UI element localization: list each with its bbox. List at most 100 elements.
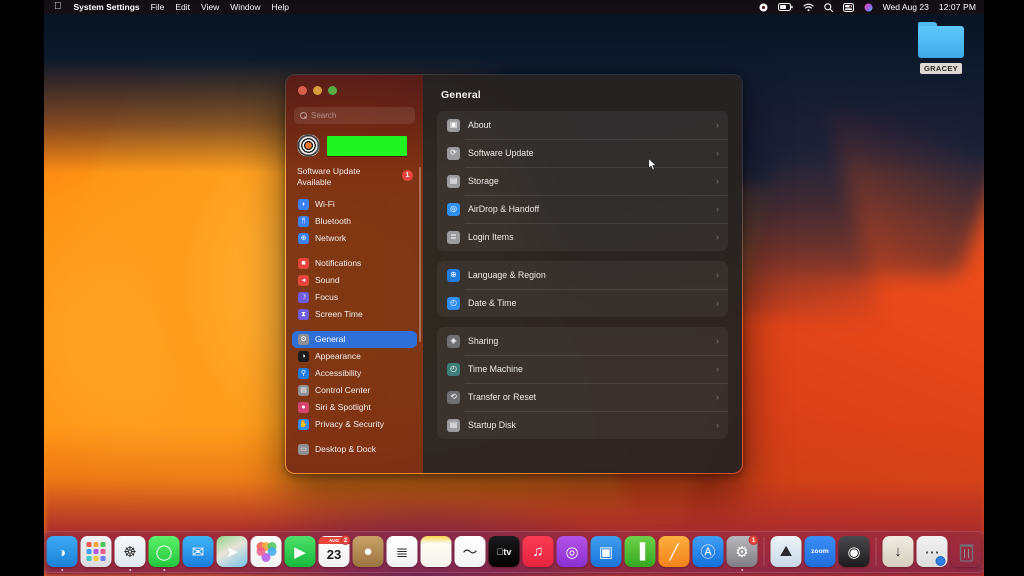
sidebar-item-control-center[interactable]: ▤ Control Center xyxy=(292,382,417,399)
settings-row-login-items[interactable]: ≣ Login Items › xyxy=(437,223,728,251)
sidebar-item-general[interactable]: ⚙ General xyxy=(292,330,417,348)
sidebar-item-list[interactable]: ◗ Wi-Fi ᛗ Bluetooth ⊕ Network ■ Notifications ◂ S… xyxy=(286,196,423,458)
settings-sidebar[interactable]: Search Software Update Available 1 ◗ Wi-F… xyxy=(286,75,423,473)
keynote-icon: ▣ xyxy=(590,536,622,567)
sidebar-item-focus[interactable]: ☽ Focus xyxy=(292,289,417,306)
settings-row-time-machine[interactable]: ◴ Time Machine › xyxy=(437,355,728,383)
menu-item-edit[interactable]: Edit xyxy=(175,2,190,12)
settings-row-label: AirDrop & Handoff xyxy=(468,204,540,214)
battery-icon[interactable] xyxy=(777,3,793,11)
dock-item-quicktime[interactable]: ◉ xyxy=(838,536,870,567)
settings-row-airdrop-handoff[interactable]: ◎ AirDrop & Handoff › xyxy=(437,195,728,223)
sidebar-item-desktop-dock[interactable]: ▭ Desktop & Dock xyxy=(292,441,417,458)
control-center-icon[interactable] xyxy=(842,2,854,12)
appearance-contrast-icon: ◑ xyxy=(298,350,309,362)
siri-icon[interactable] xyxy=(864,3,873,12)
settings-group-0: ▣ About › ⟳ Software Update › ▤ Storage › ◎ AirDro… xyxy=(437,111,728,251)
system-settings-window[interactable]: Search Software Update Available 1 ◗ Wi-F… xyxy=(285,74,743,474)
close-button[interactable] xyxy=(298,86,307,95)
notes-icon xyxy=(420,536,452,567)
dock-item-reminders[interactable]: ≣ xyxy=(386,536,418,567)
dock-item-podcasts[interactable]: ◎ xyxy=(556,536,588,567)
dock-item-facetime[interactable]: ▶ xyxy=(284,536,316,567)
dock-item-launchpad[interactable] xyxy=(80,536,112,567)
settings-row-language-region[interactable]: ⊕ Language & Region › xyxy=(437,261,728,289)
menu-item-window[interactable]: Window xyxy=(230,2,260,12)
podcasts-icon: ◎ xyxy=(556,536,588,567)
settings-row-about[interactable]: ▣ About › xyxy=(437,111,728,139)
sidebar-item-accessibility[interactable]: ⚲ Accessibility xyxy=(292,365,417,382)
desktop-folder-gracey[interactable]: GRACEY xyxy=(910,22,972,76)
sidebar-item-siri-spotlight[interactable]: ● Siri & Spotlight xyxy=(292,399,417,416)
dock-item-system-settings[interactable]: ⚙ 1 xyxy=(726,535,759,571)
dock-item-keynote[interactable]: ▣ xyxy=(590,536,622,567)
dock-item-finder[interactable]: ◑ xyxy=(46,536,78,571)
apple-account-row[interactable] xyxy=(286,124,423,157)
menu-item-file[interactable]: File xyxy=(151,2,165,12)
dock-running-indicator xyxy=(162,568,166,571)
menu-item-view[interactable]: View xyxy=(201,2,219,12)
search-placeholder: Search xyxy=(311,111,337,120)
sidebar-item-bluetooth[interactable]: ᛗ Bluetooth xyxy=(292,213,417,230)
spotlight-search-icon[interactable] xyxy=(823,2,833,12)
dock-item-notes[interactable] xyxy=(420,536,452,567)
dock-running-indicator xyxy=(60,568,64,571)
dock[interactable]: ◑ ☸◯✉➤ ▶AUG232●≣ 〜tv♫◎▣▐╱Ⓐ⚙1 ⛰zoom◉ ↓⋯ xyxy=(44,531,984,573)
dock-item-messages[interactable]: ◯ xyxy=(148,536,180,571)
sidebar-item-label: Notifications xyxy=(315,258,362,269)
dock-item-downloads-folder[interactable]: ↓ xyxy=(882,536,914,567)
menu-bar-time[interactable]: 12:07 PM xyxy=(939,2,976,12)
menu-bar-date[interactable]: Wed Aug 23 xyxy=(883,2,929,12)
settings-row-software-update[interactable]: ⟳ Software Update › xyxy=(437,139,728,167)
menu-item-help[interactable]: Help xyxy=(272,2,289,12)
wifi-icon[interactable] xyxy=(803,3,814,12)
settings-main-panel: General ▣ About › ⟳ Software Update › ▤ Storage… xyxy=(423,75,742,473)
sidebar-item-privacy-security[interactable]: ✋ Privacy & Security xyxy=(292,416,417,433)
dock-item-pages[interactable]: ╱ xyxy=(658,536,690,567)
dock-item-stack-folder[interactable]: ⋯ xyxy=(916,536,948,567)
sidebar-item-notifications[interactable]: ■ Notifications xyxy=(292,255,417,272)
dock-running-indicator xyxy=(128,568,132,571)
software-update-icon: ⟳ xyxy=(447,146,460,160)
settings-row-date-time[interactable]: ◴ Date & Time › xyxy=(437,289,728,317)
settings-row-storage[interactable]: ▤ Storage › xyxy=(437,167,728,195)
menu-bar-left:  System Settings File Edit View Window … xyxy=(54,2,289,13)
dock-item-photos[interactable] xyxy=(250,536,282,567)
sidebar-search-field[interactable]: Search xyxy=(294,107,415,124)
settings-row-transfer-or-reset[interactable]: ⟲ Transfer or Reset › xyxy=(437,383,728,411)
zoom-button[interactable] xyxy=(328,86,337,95)
sidebar-item-appearance[interactable]: ◑ Appearance xyxy=(292,348,417,365)
settings-group-2: ◈ Sharing › ◴ Time Machine › ⟲ Transfer or Rese… xyxy=(437,327,728,439)
screen-time-hourglass-icon: ⧗ xyxy=(298,308,309,320)
sidebar-item-network[interactable]: ⊕ Network xyxy=(292,230,417,247)
apple-logo-icon[interactable]:  xyxy=(54,2,62,12)
dock-item-zoom[interactable]: zoom xyxy=(804,536,836,567)
mail-icon: ✉ xyxy=(182,536,214,567)
dock-item-preview[interactable]: ⛰ xyxy=(770,536,802,567)
dock-item-appletv[interactable]: tv xyxy=(488,536,520,567)
minimize-button[interactable] xyxy=(313,86,322,95)
settings-row-startup-disk[interactable]: ▤ Startup Disk › xyxy=(437,411,728,439)
dock-item-safari[interactable]: ☸ xyxy=(114,536,146,571)
screen-record-icon[interactable] xyxy=(759,3,768,12)
dock-item-trash[interactable] xyxy=(951,536,982,567)
dock-item-freeform[interactable]: 〜 xyxy=(454,536,486,567)
dock-item-mail[interactable]: ✉ xyxy=(182,536,214,567)
software-update-available-notice[interactable]: Software Update Available 1 xyxy=(286,157,423,188)
control-center-icon: ▤ xyxy=(298,384,309,396)
dock-item-calendar[interactable]: AUG 23 2 xyxy=(318,535,351,567)
menu-app-name[interactable]: System Settings xyxy=(74,2,140,12)
sidebar-item-screen-time[interactable]: ⧗ Screen Time xyxy=(292,306,417,323)
dock-item-appstore[interactable]: Ⓐ xyxy=(692,536,724,567)
dock-item-numbers[interactable]: ▐ xyxy=(624,536,656,567)
sidebar-scrollbar[interactable] xyxy=(418,167,421,342)
account-name-redacted xyxy=(327,135,407,156)
sidebar-item-wi-fi[interactable]: ◗ Wi-Fi xyxy=(292,196,417,213)
menu-bar[interactable]:  System Settings File Edit View Window … xyxy=(44,0,984,14)
settings-row-sharing[interactable]: ◈ Sharing › xyxy=(437,327,728,355)
dock-item-music[interactable]: ♫ xyxy=(522,536,554,567)
chevron-right-icon: › xyxy=(716,119,719,130)
sidebar-item-sound[interactable]: ◂ Sound xyxy=(292,272,417,289)
dock-item-contacts[interactable]: ● xyxy=(352,536,384,567)
dock-item-maps[interactable]: ➤ xyxy=(216,536,248,567)
